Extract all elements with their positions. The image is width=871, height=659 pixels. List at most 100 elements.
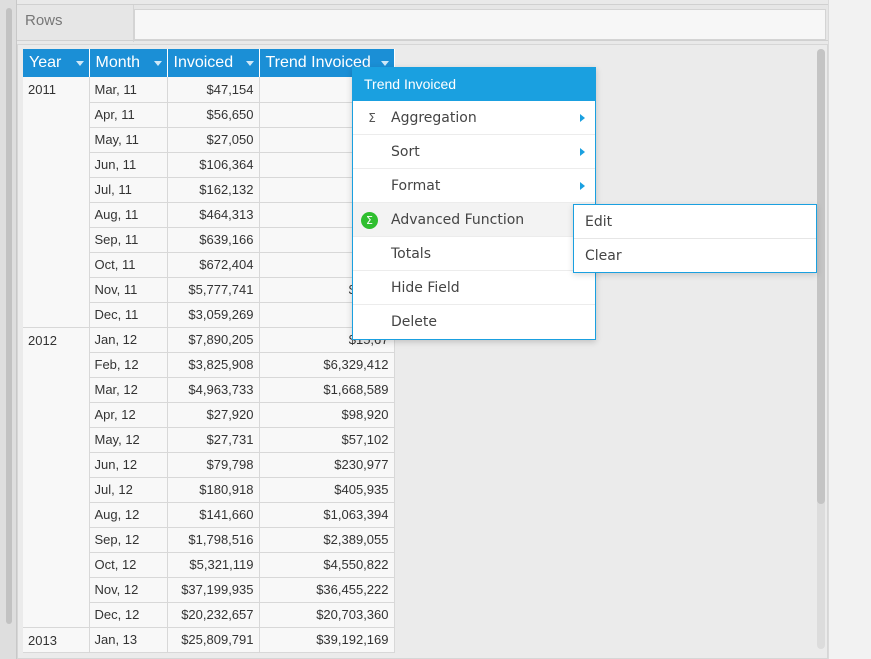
menu-item-label: Totals <box>391 246 431 262</box>
table-row: 2012Jan, 12$7,890,205$15,67 <box>23 327 395 628</box>
year-cell: 2013 <box>23 627 90 653</box>
submenu-items: Edit Clear <box>574 205 816 273</box>
table-row: 2013 Jan, 13 $25,809,791 $39,192,169 <box>23 627 395 653</box>
trend-invoiced-cell: $20,703,360 <box>259 602 395 628</box>
month-cell: Aug, 12 <box>89 502 168 528</box>
invoiced-cell: $1,798,516 <box>167 527 260 553</box>
menu-item-label: Hide Field <box>391 280 460 296</box>
year-cell: 2011 <box>23 77 90 328</box>
menu-item-totals[interactable]: Totals <box>353 237 595 271</box>
pivot-table: Year Month Invoiced Trend Invoiced 2011 Mar,… <box>23 49 395 653</box>
menu-item-label: Format <box>391 178 441 194</box>
menu-item-label: Delete <box>391 314 437 330</box>
trend-invoiced-cell: $2,389,055 <box>259 527 395 553</box>
left-scrollbar[interactable] <box>6 8 12 624</box>
right-gutter <box>828 0 871 659</box>
table-row: 2011Mar, 11$47,154$4 <box>23 77 395 328</box>
trend-invoiced-cell: $4,550,822 <box>259 552 395 578</box>
vertical-scrollbar[interactable] <box>817 49 825 649</box>
left-gutter <box>0 0 17 659</box>
trend-invoiced-cell: $230,977 <box>259 452 395 478</box>
chevron-down-icon[interactable] <box>75 61 84 66</box>
trend-invoiced-cell: $1,063,394 <box>259 502 395 528</box>
year-cell: 2012 <box>23 327 90 628</box>
column-header-invoiced[interactable]: Invoiced <box>167 49 260 77</box>
chevron-down-icon[interactable] <box>153 61 162 66</box>
month-cell: Jun, 12 <box>89 452 168 478</box>
month-cell: Jul, 12 <box>89 477 168 503</box>
invoiced-cell: $27,050 <box>167 127 260 153</box>
month-cell: Sep, 11 <box>89 227 168 253</box>
invoiced-cell: $464,313 <box>167 202 260 228</box>
column-header-label: Invoiced <box>173 54 234 71</box>
month-cell: Jun, 11 <box>89 152 168 178</box>
month-cell: Oct, 12 <box>89 552 168 578</box>
trend-invoiced-cell: $6,329,412 <box>259 352 395 378</box>
context-menu-items: Σ Aggregation Sort Format Σ Advanced Function… <box>353 101 595 339</box>
invoiced-cell: $141,660 <box>167 502 260 528</box>
month-cell: Aug, 11 <box>89 202 168 228</box>
trend-invoiced-cell: $1,668,589 <box>259 377 395 403</box>
invoiced-cell: $5,777,741 <box>167 277 260 303</box>
submenu-item-edit[interactable]: Edit <box>574 205 816 239</box>
scrollbar-thumb[interactable] <box>817 49 825 504</box>
menu-item-advanced-function[interactable]: Σ Advanced Function <box>353 203 595 237</box>
month-cell: Dec, 12 <box>89 602 168 628</box>
invoiced-cell: $27,731 <box>167 427 260 453</box>
table-body: 2011Mar, 11$47,154$4Apr, 11$56,650$May, … <box>23 77 395 653</box>
month-cell: Nov, 12 <box>89 577 168 603</box>
invoiced-cell: $5,321,119 <box>167 552 260 578</box>
month-cell: Nov, 11 <box>89 277 168 303</box>
trend-invoiced-cell: $57,102 <box>259 427 395 453</box>
month-cell: Mar, 12 <box>89 377 168 403</box>
month-cell: Jan, 12 <box>89 327 168 353</box>
context-menu-title: Trend Invoiced <box>353 68 595 101</box>
invoiced-cell: $672,404 <box>167 252 260 278</box>
submenu-item-clear[interactable]: Clear <box>574 239 816 273</box>
menu-item-label: Aggregation <box>391 110 477 126</box>
month-cell: Oct, 11 <box>89 252 168 278</box>
rows-label: Rows <box>25 12 63 29</box>
month-cell: Jul, 11 <box>89 177 168 203</box>
sigma-icon: Σ <box>368 111 376 125</box>
invoiced-cell: $56,650 <box>167 102 260 128</box>
month-cell: Sep, 12 <box>89 527 168 553</box>
invoiced-cell: $106,364 <box>167 152 260 178</box>
menu-item-label: Sort <box>391 144 420 160</box>
header-row: Year Month Invoiced Trend Invoiced <box>23 49 395 77</box>
chevron-right-icon <box>580 148 585 156</box>
trend-invoiced-cell: $98,920 <box>259 402 395 428</box>
invoiced-cell: $3,059,269 <box>167 302 260 328</box>
invoiced-cell: $639,166 <box>167 227 260 253</box>
chevron-right-icon <box>580 114 585 122</box>
month-cell: May, 11 <box>89 127 168 153</box>
chevron-down-icon[interactable] <box>380 61 389 66</box>
month-cell: May, 12 <box>89 427 168 453</box>
month-cell: Apr, 12 <box>89 402 168 428</box>
menu-item-delete[interactable]: Delete <box>353 305 595 339</box>
menu-item-hide-field[interactable]: Hide Field <box>353 271 595 305</box>
menu-item-format[interactable]: Format <box>353 169 595 203</box>
menu-item-label: Advanced Function <box>391 212 525 228</box>
invoiced-cell: $25,809,791 <box>167 627 260 653</box>
trend-invoiced-cell: $405,935 <box>259 477 395 503</box>
invoiced-cell: $4,963,733 <box>167 377 260 403</box>
month-cell: Mar, 11 <box>89 77 168 103</box>
column-header-month[interactable]: Month <box>89 49 168 77</box>
invoiced-cell: $7,890,205 <box>167 327 260 353</box>
column-header-year[interactable]: Year <box>23 49 90 77</box>
invoiced-cell: $37,199,935 <box>167 577 260 603</box>
invoiced-cell: $20,232,657 <box>167 602 260 628</box>
column-context-menu: Trend Invoiced Σ Aggregation Sort Format Σ Ad… <box>352 67 596 340</box>
column-header-label: Month <box>95 54 140 71</box>
menu-item-aggregation[interactable]: Σ Aggregation <box>353 101 595 135</box>
month-cell: Dec, 11 <box>89 302 168 328</box>
rows-drop-zone[interactable] <box>134 9 826 40</box>
invoiced-cell: $180,918 <box>167 477 260 503</box>
invoiced-cell: $79,798 <box>167 452 260 478</box>
invoiced-cell: $47,154 <box>167 77 260 103</box>
column-header-label: Year <box>29 54 62 71</box>
chevron-down-icon[interactable] <box>245 61 254 66</box>
advanced-function-submenu: Edit Clear <box>573 204 817 273</box>
menu-item-sort[interactable]: Sort <box>353 135 595 169</box>
